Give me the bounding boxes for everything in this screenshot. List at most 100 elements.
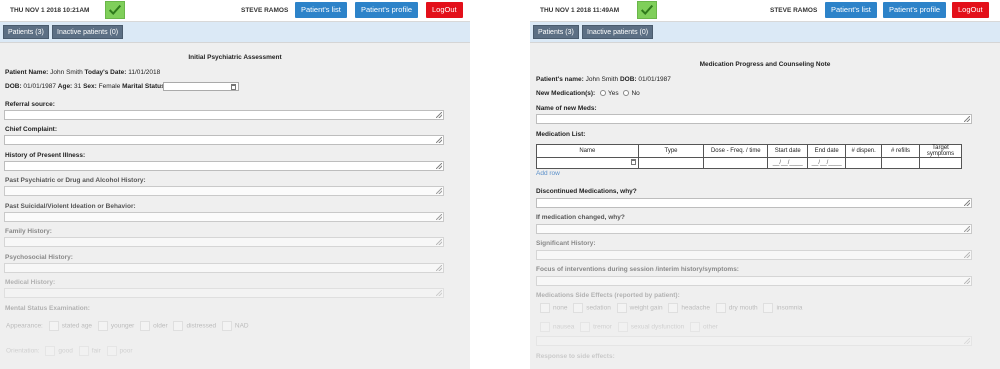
- end-date-cell[interactable]: __/__/____: [807, 157, 847, 169]
- side-effect-checkbox[interactable]: [763, 303, 774, 313]
- top-bar: THU NOV 1 2018 11:49AM STEVE RAMOS Patie…: [530, 0, 1000, 22]
- option-label: sexual dysfunction: [630, 323, 685, 331]
- med-dose-cell[interactable]: [703, 157, 769, 169]
- no-radio[interactable]: [623, 90, 630, 97]
- tab-patients[interactable]: Patients (3): [533, 25, 579, 39]
- refills-cell[interactable]: [881, 157, 920, 169]
- resize-grip-icon[interactable]: [436, 188, 442, 194]
- resize-grip-icon[interactable]: [436, 112, 442, 118]
- resize-grip-icon[interactable]: [436, 290, 442, 296]
- side-effect-checkbox[interactable]: [715, 303, 726, 313]
- column-header: Dose - Freq. / time: [703, 144, 769, 158]
- add-row-link[interactable]: Add row: [536, 170, 560, 177]
- option-label: older: [153, 322, 168, 330]
- form-title: Medication Progress and Counseling Note: [699, 61, 831, 68]
- tab-inactive-patients[interactable]: Inactive patients (0): [582, 25, 654, 39]
- start-date-cell[interactable]: __/__/____: [767, 157, 809, 169]
- medication-changed-field[interactable]: [536, 224, 972, 234]
- trash-icon[interactable]: [630, 159, 636, 165]
- family-history-field[interactable]: [4, 237, 444, 247]
- column-header: Type: [637, 144, 705, 158]
- focus-interventions-field[interactable]: [536, 276, 972, 286]
- appearance-checkbox[interactable]: [173, 321, 184, 331]
- marital-status-label: Marital Status:: [122, 83, 167, 90]
- psychosocial-history-field[interactable]: [4, 263, 444, 273]
- resize-grip-icon[interactable]: [964, 116, 970, 122]
- significant-history-field[interactable]: [536, 250, 972, 260]
- medical-history-field[interactable]: [4, 288, 444, 298]
- med-name-cell[interactable]: [536, 157, 639, 169]
- option-label: fair: [91, 347, 101, 355]
- tab-inactive-patients[interactable]: Inactive patients (0): [52, 25, 124, 39]
- checkmark-icon: [637, 1, 657, 19]
- side-effect-checkbox[interactable]: [616, 303, 627, 313]
- tab-bar: Patients (3) Inactive patients (0): [530, 22, 1000, 42]
- present-illness-field[interactable]: [4, 161, 444, 171]
- no-label: No: [631, 90, 640, 97]
- referral-source-field[interactable]: [4, 110, 444, 120]
- column-header: Name: [536, 144, 639, 158]
- side-effect-checkbox[interactable]: [668, 303, 679, 313]
- option-label: nausea: [553, 323, 575, 331]
- suicidal-ideation-field[interactable]: [4, 212, 444, 222]
- side-effect-checkbox[interactable]: [540, 322, 550, 332]
- resize-grip-icon[interactable]: [964, 200, 970, 206]
- age-label: Age:: [57, 83, 73, 90]
- chief-complaint-field[interactable]: [4, 135, 444, 145]
- sex-value: Female: [98, 83, 121, 90]
- resize-grip-icon[interactable]: [436, 239, 442, 245]
- med-type-cell[interactable]: [637, 157, 705, 169]
- option-label: insomnia: [776, 304, 803, 312]
- side-effect-checkbox[interactable]: [580, 322, 591, 332]
- resize-grip-icon[interactable]: [964, 226, 970, 232]
- orientation-checkbox[interactable]: [106, 346, 117, 356]
- new-meds-name-field[interactable]: [536, 114, 972, 124]
- resize-grip-icon[interactable]: [964, 278, 970, 284]
- side-effect-checkbox[interactable]: [573, 303, 584, 313]
- form-title: Initial Psychiatric Assessment: [188, 54, 282, 61]
- sex-label: Sex:: [83, 83, 97, 90]
- side-effects-label: Medications Side Effects (reported by pa…: [536, 292, 680, 299]
- appearance-checkbox[interactable]: [140, 321, 151, 331]
- resize-grip-icon[interactable]: [436, 163, 442, 169]
- focus-interventions-label: Focus of interventions during session /i…: [536, 266, 739, 273]
- resize-grip-icon[interactable]: [436, 265, 442, 271]
- yes-radio[interactable]: [600, 90, 607, 97]
- trash-icon[interactable]: [231, 84, 236, 90]
- marital-status-input[interactable]: [163, 82, 239, 91]
- logout-button[interactable]: LogOut: [952, 2, 989, 18]
- resize-grip-icon[interactable]: [964, 338, 970, 344]
- side-effect-checkbox[interactable]: [690, 322, 701, 332]
- resize-grip-icon[interactable]: [436, 214, 442, 220]
- appearance-checkbox[interactable]: [221, 321, 232, 331]
- tab-patients[interactable]: Patients (3): [3, 25, 49, 39]
- side-effect-checkbox[interactable]: [617, 322, 628, 332]
- patient-profile-button[interactable]: Patient's profile: [883, 2, 947, 18]
- discontinued-field[interactable]: [536, 198, 972, 208]
- side-effect-checkbox[interactable]: [540, 303, 550, 313]
- option-label: stated age: [61, 322, 93, 330]
- dob-value: 01/01/1987: [23, 83, 56, 90]
- patient-name-label: Patient's name:: [536, 76, 584, 83]
- appearance-checkbox[interactable]: [97, 321, 108, 331]
- patients-list-button[interactable]: Patient's list: [295, 2, 347, 18]
- orientation-checkbox[interactable]: [78, 346, 89, 356]
- patient-profile-button[interactable]: Patient's profile: [355, 2, 419, 18]
- orientation-checkbox[interactable]: [45, 346, 56, 356]
- patient-name-value: John Smith: [50, 69, 83, 76]
- past-psychiatric-field[interactable]: [4, 186, 444, 196]
- resize-grip-icon[interactable]: [436, 137, 442, 143]
- option-label: headache: [681, 304, 710, 312]
- chief-complaint-label: Chief Complaint:: [5, 126, 57, 133]
- logout-button[interactable]: LogOut: [426, 2, 463, 18]
- appearance-checkbox[interactable]: [48, 321, 59, 331]
- side-effects-notes-field[interactable]: [536, 336, 972, 346]
- column-header: Target symptoms: [919, 144, 962, 158]
- target-symptoms-cell[interactable]: [919, 157, 962, 169]
- table-header-row: Name Type Dose - Freq. / time Start date…: [536, 144, 962, 158]
- resize-grip-icon[interactable]: [964, 252, 970, 258]
- yes-label: Yes: [608, 90, 619, 97]
- patients-list-button[interactable]: Patient's list: [825, 2, 877, 18]
- today-date-label: Today's Date:: [84, 69, 127, 76]
- dispensed-cell[interactable]: [845, 157, 883, 169]
